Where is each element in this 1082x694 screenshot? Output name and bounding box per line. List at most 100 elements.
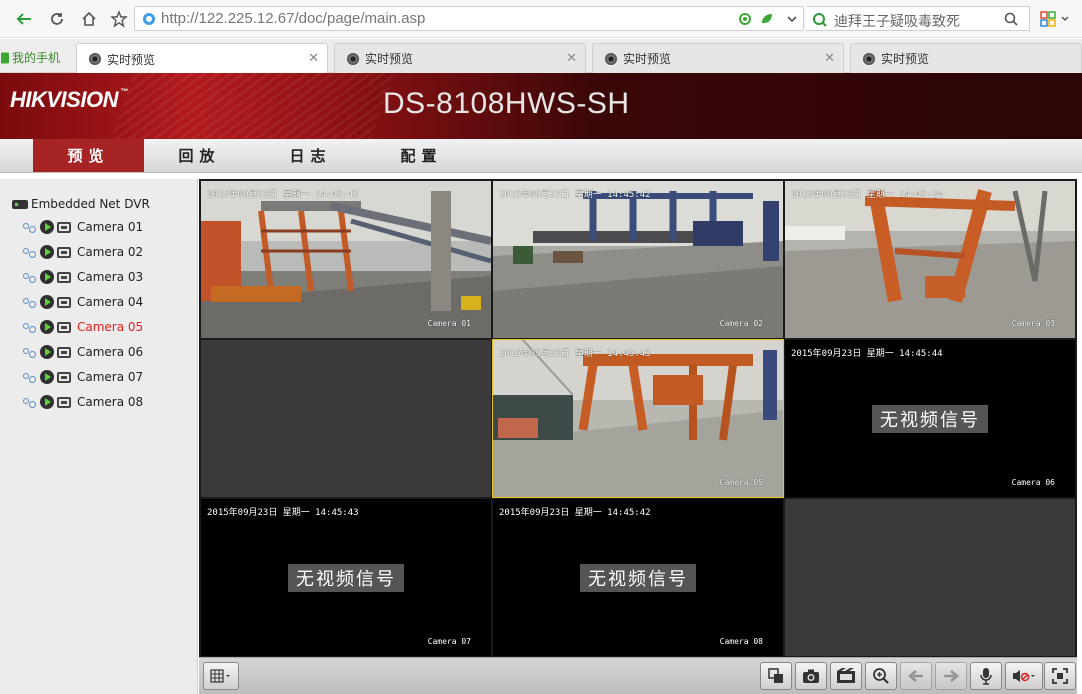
tab-label: 实时预览 xyxy=(107,52,156,67)
tree-camera-item[interactable]: Camera 08 xyxy=(22,392,143,412)
tab-camera-icon xyxy=(863,52,875,65)
menu-preview[interactable]: 预览 xyxy=(33,139,144,172)
record-channel-icon[interactable] xyxy=(57,271,71,283)
cell-camera-label: Camera 01 xyxy=(427,319,471,328)
camera-label: Camera 07 xyxy=(77,370,144,384)
cell-camera-label: Camera 08 xyxy=(719,637,763,646)
record-channel-icon[interactable] xyxy=(57,221,71,233)
record-channel-icon[interactable] xyxy=(57,296,71,308)
tree-camera-item[interactable]: Camera 02 xyxy=(22,242,143,262)
tree-camera-item[interactable]: Camera 03 xyxy=(22,267,143,287)
tab-close-icon[interactable]: ✕ xyxy=(566,51,577,66)
back-button[interactable] xyxy=(12,7,36,31)
camera-label: Camera 05 xyxy=(77,320,144,334)
video-cell-3[interactable]: 2015年09月23日 星期一 14:45:24 Camera 03 xyxy=(785,181,1075,338)
record-channel-icon[interactable] xyxy=(57,396,71,408)
video-cell-1[interactable]: 2015年09月23日 星期一 14:45:42 Camera 01 xyxy=(201,181,491,338)
reload-button[interactable] xyxy=(45,7,69,31)
stop-all-button[interactable] xyxy=(760,662,792,690)
play-channel-icon[interactable] xyxy=(40,270,54,284)
video-grid: 2015年09月23日 星期一 14:45:42 Camera 01 2015年… xyxy=(199,179,1077,657)
fullscreen-button[interactable] xyxy=(1044,662,1076,690)
tab-close-icon[interactable]: ✕ xyxy=(824,51,835,66)
play-channel-icon[interactable] xyxy=(40,220,54,234)
menu-log[interactable]: 日志 xyxy=(255,139,366,172)
apps-dropdown-button[interactable] xyxy=(1058,7,1072,31)
tree-camera-item[interactable]: Camera 04 xyxy=(22,292,143,312)
digital-zoom-button[interactable] xyxy=(865,662,897,690)
menu-playback[interactable]: 回放 xyxy=(144,139,255,172)
bookmark-button[interactable] xyxy=(107,7,131,31)
capture-button[interactable] xyxy=(795,662,827,690)
camera-capture-icon xyxy=(803,669,819,683)
address-bar[interactable]: http://122.225.12.67/doc/page/main.asp xyxy=(134,6,804,31)
play-channel-icon[interactable] xyxy=(40,370,54,384)
tree-root-dvr[interactable]: Embedded Net DVR xyxy=(12,197,150,211)
home-icon xyxy=(82,11,96,26)
apps-button[interactable] xyxy=(1036,7,1060,31)
prev-page-button[interactable] xyxy=(900,662,932,690)
camera-label: Camera 08 xyxy=(77,395,144,409)
star-icon xyxy=(110,10,128,28)
tab-label: 实时预览 xyxy=(881,52,930,66)
url-dropdown-button[interactable] xyxy=(780,7,804,31)
tab-label: 实时预览 xyxy=(365,52,414,66)
volume-muted-icon xyxy=(1013,670,1035,682)
no-signal-label: 无视频信号 xyxy=(872,404,988,433)
url-host: http://122.225.12.67 xyxy=(161,10,295,27)
cell-camera-label: Camera 07 xyxy=(427,637,471,646)
search-engine-icon xyxy=(813,13,827,27)
layout-button[interactable] xyxy=(203,662,239,690)
tree-camera-item[interactable]: Camera 07 xyxy=(22,367,143,387)
volume-button[interactable] xyxy=(1005,662,1043,690)
play-channel-icon[interactable] xyxy=(40,245,54,259)
ie-mode-icon xyxy=(739,13,751,25)
home-button[interactable] xyxy=(77,7,101,31)
talk-button[interactable] xyxy=(970,662,1002,690)
next-page-button[interactable] xyxy=(935,662,967,690)
favorite-label: 我的手机 xyxy=(12,51,61,65)
cell-camera-label: Camera 06 xyxy=(1011,478,1055,487)
device-tree: Embedded Net DVR Camera 01 Camera 02 Camer… xyxy=(0,179,198,694)
tree-camera-item[interactable]: Camera 06 xyxy=(22,342,143,362)
record-channel-icon[interactable] xyxy=(57,371,71,383)
record-channel-icon[interactable] xyxy=(57,346,71,358)
camera-05-feed xyxy=(493,340,783,497)
url-path: /doc/page/main.asp xyxy=(294,10,426,27)
browser-tab[interactable]: 实时预览 ✕ xyxy=(334,43,586,73)
menu-config[interactable]: 配置 xyxy=(366,139,477,172)
cell-osd-timestamp: 2015年09月23日 星期一 14:45:44 xyxy=(791,349,943,359)
play-channel-icon[interactable] xyxy=(40,395,54,409)
dvr-device-icon xyxy=(12,199,28,209)
browser-tab[interactable]: 实时预览 ✕ xyxy=(76,43,328,74)
video-cell-4[interactable] xyxy=(201,340,491,497)
video-cell-9[interactable] xyxy=(785,499,1075,656)
tab-close-icon[interactable]: ✕ xyxy=(308,51,319,66)
record-channel-icon[interactable] xyxy=(57,246,71,258)
play-channel-icon[interactable] xyxy=(40,320,54,334)
camera-01-feed xyxy=(201,181,491,338)
favorite-my-phone[interactable]: 我的手机 xyxy=(0,49,60,66)
video-cell-8[interactable]: 2015年09月23日 星期一 14:45:42 无视频信号 Camera 08 xyxy=(493,499,783,656)
play-channel-icon[interactable] xyxy=(40,295,54,309)
tree-camera-item[interactable]: Camera 05 xyxy=(22,317,143,337)
arrow-left-icon xyxy=(908,670,923,682)
browser-tab[interactable]: 实时预览 xyxy=(850,43,1082,73)
cell-osd-timestamp: 2015年09月23日 星期一 14:45:42 xyxy=(499,190,651,200)
hikvision-logo: HIKVISION ™ xyxy=(10,87,128,112)
cell-osd-timestamp: 2015年09月23日 星期一 14:45:42 xyxy=(499,508,651,518)
tab-camera-icon xyxy=(89,53,101,65)
play-channel-icon[interactable] xyxy=(40,345,54,359)
browser-tab[interactable]: 实时预览 ✕ xyxy=(592,43,844,73)
search-box[interactable]: 迪拜王子疑吸毒致死 xyxy=(806,6,1030,31)
video-cell-2[interactable]: 2015年09月23日 星期一 14:45:42 Camera 02 xyxy=(493,181,783,338)
tree-camera-item[interactable]: Camera 01 xyxy=(22,217,143,237)
record-channel-icon[interactable] xyxy=(57,321,71,333)
video-cell-5[interactable]: 2015年09月23日 星期一 14:45:43 Camera 05 xyxy=(492,339,784,498)
stop-all-icon xyxy=(768,668,783,683)
cell-osd-timestamp: 2015年09月23日 星期一 14:45:24 xyxy=(791,190,943,200)
record-button[interactable] xyxy=(830,662,862,690)
video-cell-6[interactable]: 2015年09月23日 星期一 14:45:44 无视频信号 Camera 06 xyxy=(785,340,1075,497)
camera-label: Camera 03 xyxy=(77,270,144,284)
video-cell-7[interactable]: 2015年09月23日 星期一 14:45:43 无视频信号 Camera 07 xyxy=(201,499,491,656)
